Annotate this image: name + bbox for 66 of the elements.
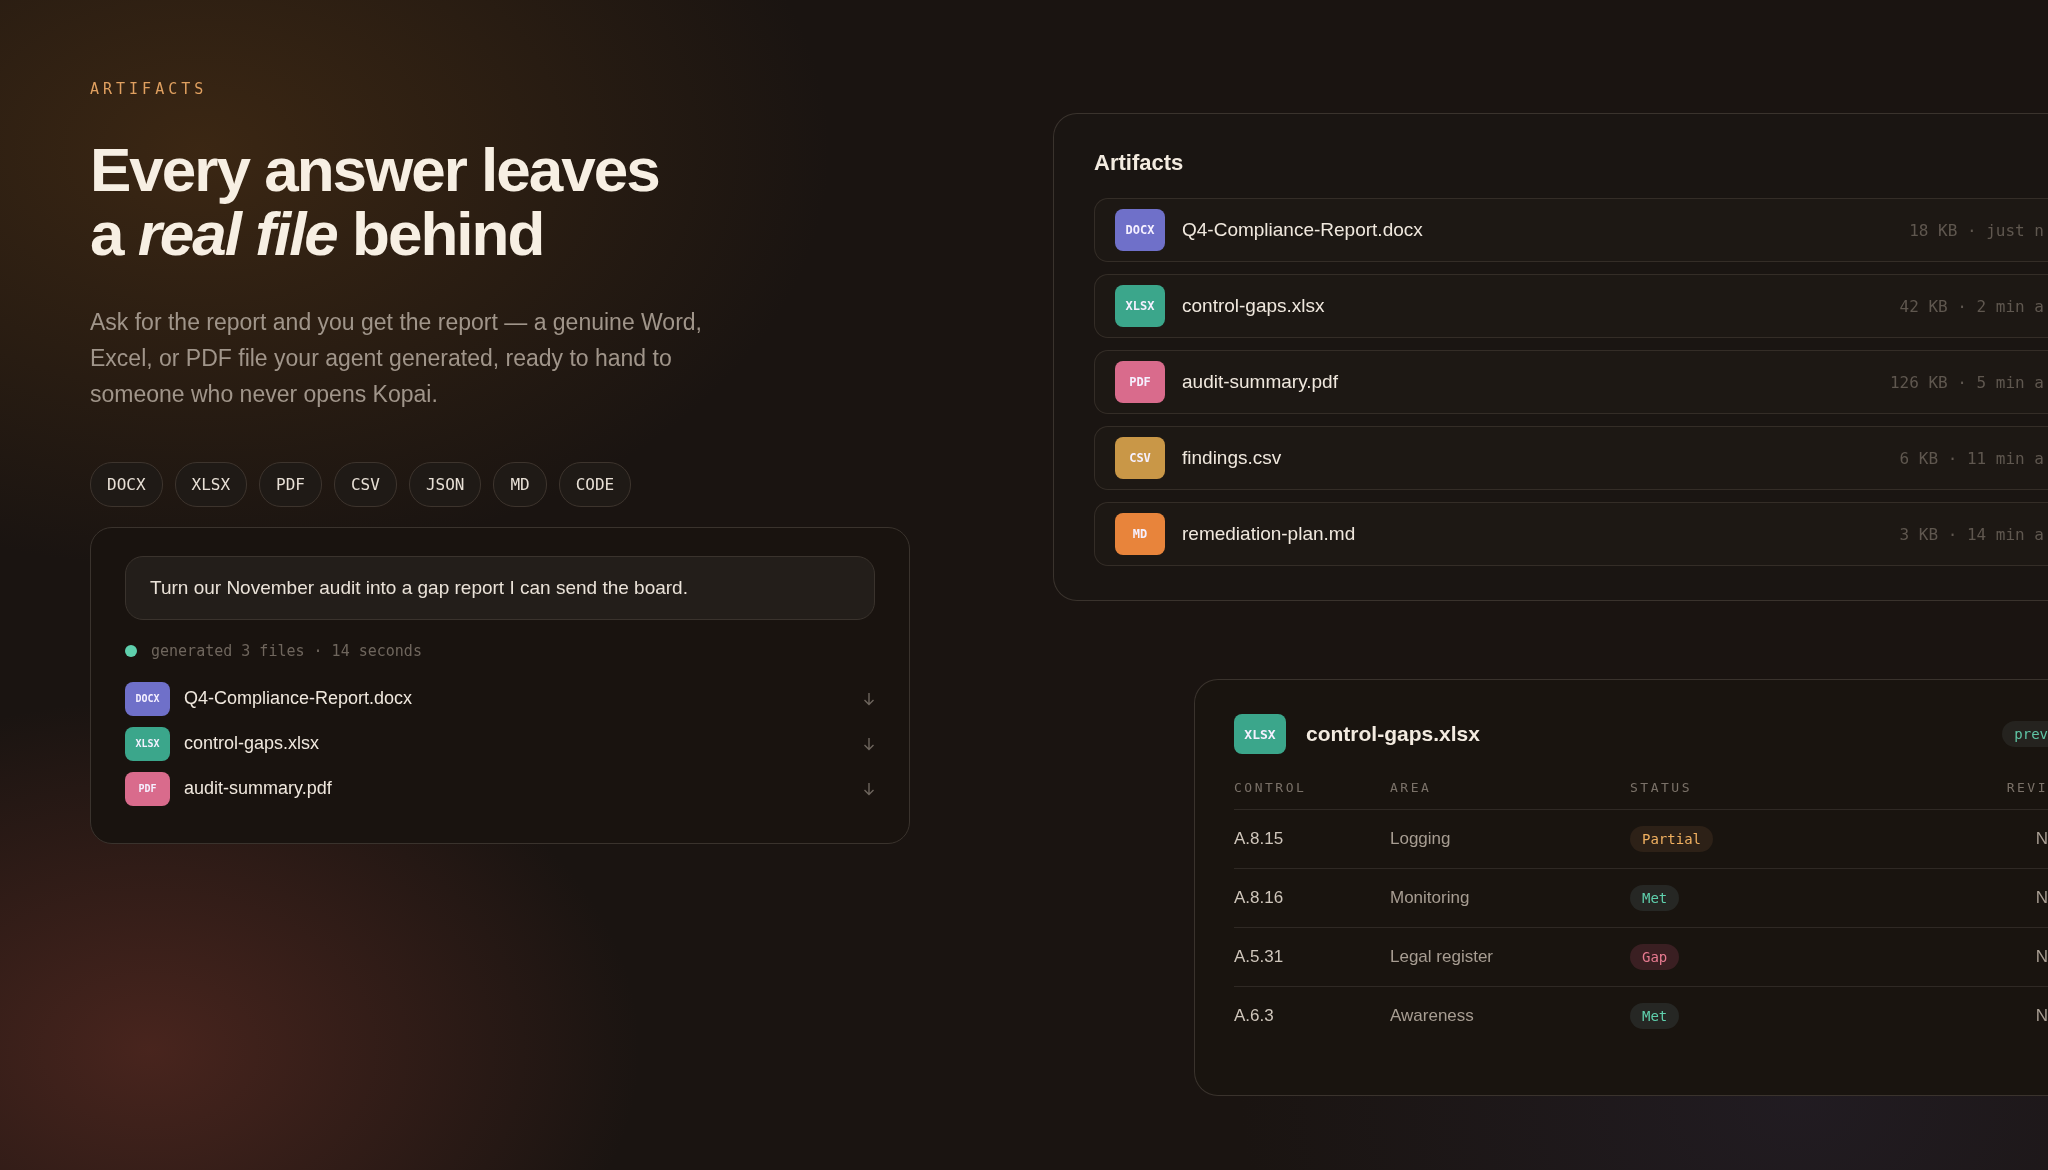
preview-tag: prev bbox=[2002, 721, 2048, 747]
file-meta: 126 KB · 5 min a bbox=[1889, 372, 2044, 392]
table-cell: N bbox=[1923, 869, 2048, 928]
file-row[interactable]: XLSX control-gaps.xlsx 42 KB · 2 min a bbox=[1094, 274, 2048, 338]
status-dot bbox=[125, 645, 137, 657]
file-name: control-gaps.xlsx bbox=[1182, 295, 1325, 317]
file-row[interactable]: MD remediation-plan.md 3 KB · 14 min a bbox=[1094, 502, 2048, 566]
file-type-badge: DOCX bbox=[125, 681, 170, 716]
format-chip: MD bbox=[493, 462, 547, 507]
panel-title: Artifacts bbox=[1094, 150, 1185, 176]
column-header: AREA bbox=[1390, 780, 1630, 810]
table-cell: A.8.15 bbox=[1234, 810, 1390, 869]
file-name: remediation-plan.md bbox=[1182, 523, 1356, 545]
section-label: ARTIFACTS bbox=[90, 80, 209, 98]
table-cell: Monitoring bbox=[1390, 869, 1630, 928]
format-chip: CODE bbox=[558, 462, 632, 507]
file-name: Q4-Compliance-Report.docx bbox=[1182, 219, 1423, 241]
file-name: findings.csv bbox=[1182, 447, 1282, 469]
table-cell-text: A.6.3 bbox=[1234, 1005, 1275, 1027]
format-chip: JSON bbox=[408, 462, 482, 507]
file-name[interactable]: Q4-Compliance-Report.docx bbox=[184, 688, 413, 709]
status-text: generated 3 files · 14 seconds bbox=[151, 642, 422, 660]
file-type-badge: XLSX bbox=[1115, 285, 1165, 327]
file-meta: 3 KB · 14 min a bbox=[1899, 524, 2044, 544]
file-row[interactable]: DOCX Q4-Compliance-Report.docx 18 KB · just n bbox=[1094, 198, 2048, 262]
column-header: CONTROL bbox=[1234, 780, 1390, 810]
file-type-badge: XLSX bbox=[125, 726, 170, 761]
file-row[interactable]: CSV findings.csv 6 KB · 11 min a bbox=[1094, 426, 2048, 490]
file-meta: 18 KB · just n bbox=[1909, 220, 2044, 240]
file-type-badge: PDF bbox=[1115, 361, 1165, 403]
column-header: REVI bbox=[1923, 780, 2048, 810]
table-cell-text: N bbox=[2034, 1005, 2048, 1027]
file-meta: 6 KB · 11 min a bbox=[1899, 448, 2044, 468]
table-cell: Logging bbox=[1390, 810, 1630, 869]
format-chip: XLSX bbox=[174, 462, 248, 507]
file-name[interactable]: control-gaps.xlsx bbox=[184, 733, 320, 754]
status-pill: Met bbox=[1630, 885, 1680, 911]
table-cell: A.8.16 bbox=[1234, 869, 1390, 928]
table-cell: Legal register bbox=[1390, 928, 1630, 987]
status-pill: Met bbox=[1630, 1003, 1680, 1029]
file-name: audit-summary.pdf bbox=[1182, 371, 1338, 393]
download-icon[interactable] bbox=[863, 781, 875, 796]
file-type-badge: XLSX bbox=[1234, 714, 1286, 754]
intro-paragraph: Ask for the report and you get the report — a genuine Word, Excel, or PDF file your agent generated, ready to hand to someone who never opens Kopai. bbox=[90, 308, 703, 409]
format-chip: PDF bbox=[259, 462, 322, 507]
table-cell: N bbox=[1923, 928, 2048, 987]
download-icon[interactable] bbox=[863, 736, 875, 751]
file-type-badge: PDF bbox=[125, 771, 170, 806]
file-type-badge: MD bbox=[1115, 513, 1165, 555]
file-meta: 42 KB · 2 min a bbox=[1899, 296, 2044, 316]
status-pill: Gap bbox=[1630, 944, 1680, 970]
file-type-badge: CSV bbox=[1115, 437, 1165, 479]
headline: Every answer leaves a real file behind bbox=[90, 138, 660, 266]
status-pill: Partial bbox=[1630, 826, 1713, 852]
prompt-bubble: Turn our November audit into a gap report I can send the board. bbox=[125, 556, 875, 620]
file-row[interactable]: PDF audit-summary.pdf 126 KB · 5 min a bbox=[1094, 350, 2048, 414]
file-title: control-gaps.xlsx bbox=[1306, 722, 1480, 746]
table-cell: N bbox=[1923, 810, 2048, 869]
column-header: STATUS bbox=[1630, 780, 1923, 810]
format-chip: DOCX bbox=[90, 462, 163, 507]
download-icon[interactable] bbox=[863, 691, 875, 706]
file-type-badge: DOCX bbox=[1115, 209, 1165, 251]
table-cell: A.5.31 bbox=[1234, 928, 1390, 987]
format-chip: CSV bbox=[333, 462, 397, 507]
table-cell-text: Awareness bbox=[1390, 1005, 1475, 1027]
file-name[interactable]: audit-summary.pdf bbox=[184, 778, 332, 799]
